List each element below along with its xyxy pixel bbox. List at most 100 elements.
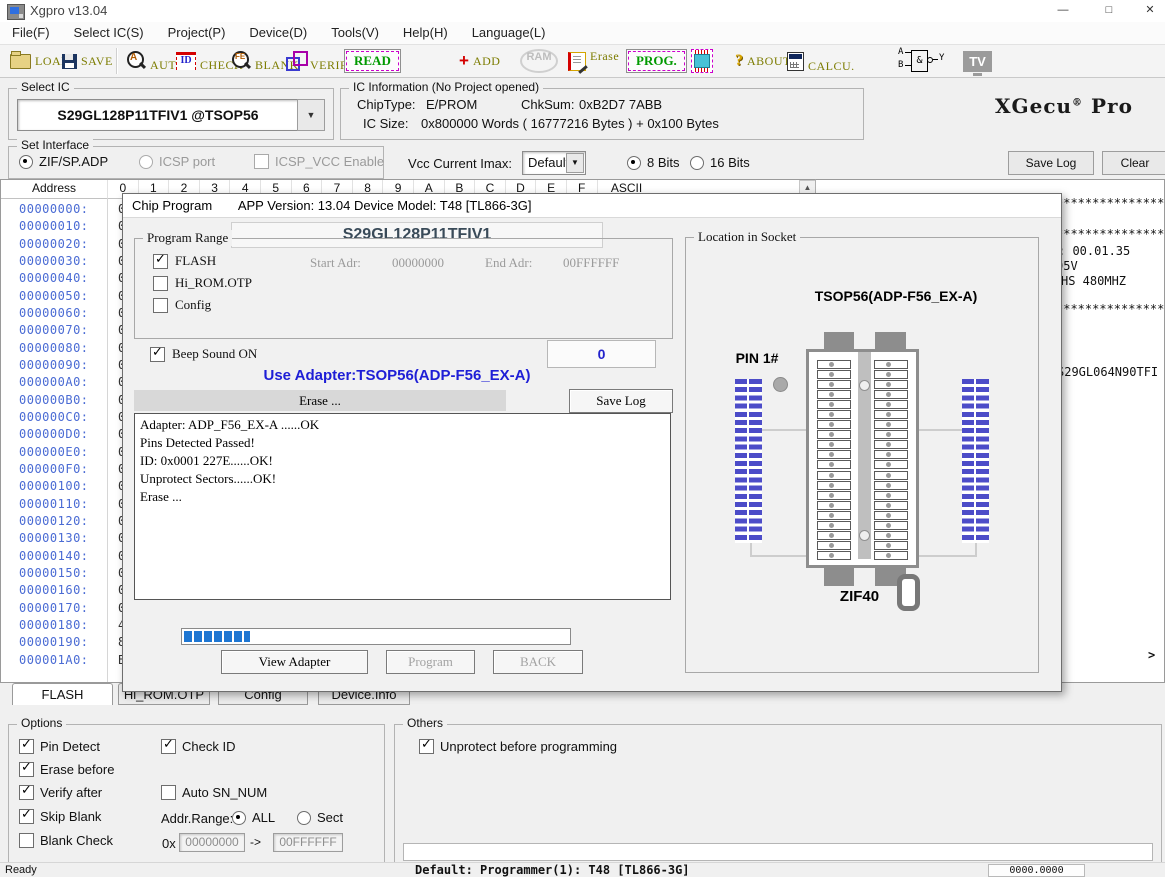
use-adapter-text: Use Adapter:TSOP56(ADP-F56_EX-A) xyxy=(123,367,671,384)
minimize-button[interactable]: — xyxy=(1048,0,1078,20)
save-log-button[interactable]: Save Log xyxy=(1008,151,1094,175)
range-from-input[interactable]: 00000000 xyxy=(179,833,245,852)
pin-strip-right xyxy=(962,379,989,543)
socket-slot xyxy=(874,481,908,490)
tv-button[interactable]: TV xyxy=(963,45,992,77)
8bits-radio[interactable]: 8 Bits xyxy=(627,155,680,170)
hex-address: 00000080: xyxy=(19,341,89,355)
socket-slot xyxy=(874,531,908,540)
overlap-squares-icon xyxy=(286,51,306,71)
socket-slot xyxy=(874,450,908,459)
hex-prefix-label: 0x xyxy=(162,836,176,851)
chiptype-label: ChipType: xyxy=(357,97,416,112)
open-folder-icon xyxy=(10,54,31,69)
magnifier-fe-icon: FE xyxy=(231,50,251,72)
vcc-dropdown-arrow[interactable]: ▼ xyxy=(566,153,584,173)
ram-button: RAM xyxy=(520,45,558,77)
hi-rom-otp-checkbox[interactable]: Hi_ROM.OTP xyxy=(153,275,252,291)
selected-ic-combobox[interactable]: S29GL128P11TFIV1 @TSOP56 xyxy=(17,99,299,131)
side-text: **************** xyxy=(1056,302,1165,316)
clear-button[interactable]: Clear xyxy=(1102,151,1165,175)
icsize-label: IC Size: xyxy=(363,116,409,131)
status-counter: 0000.0000 xyxy=(988,864,1085,877)
socket-adapter-label: TSOP56(ADP-F56_EX-A) xyxy=(746,288,1046,304)
socket-slot xyxy=(817,521,851,530)
set-interface-group: Set Interface ZIF/SP.ADP ICSP port ICSP_… xyxy=(8,146,384,179)
addr-range-all-radio[interactable]: ALL xyxy=(232,810,275,825)
dialog-save-log-button[interactable]: Save Log xyxy=(569,389,673,413)
hex-address: 00000120: xyxy=(19,514,89,528)
menu-item-7[interactable]: Language(L) xyxy=(460,22,558,43)
xgecu-pro-logo: XGecu® Pro xyxy=(995,94,1133,118)
tv-icon: TV xyxy=(963,51,992,72)
menu-item-3[interactable]: Project(P) xyxy=(156,22,238,43)
menu-item-2[interactable]: Select IC(S) xyxy=(62,22,156,43)
tab-flash[interactable]: FLASH xyxy=(12,683,113,705)
logic-gate-icon: AB & Y xyxy=(898,48,944,74)
hex-address: 00000130: xyxy=(19,531,89,545)
chiptype-value: E/PROM xyxy=(426,97,477,112)
pin-detect-checkbox[interactable]: Pin Detect xyxy=(19,739,100,754)
socket-slot xyxy=(817,370,851,379)
close-button[interactable]: ✕ xyxy=(1135,0,1165,20)
calcu-button[interactable]: CALCU. xyxy=(787,45,855,77)
socket-screw xyxy=(859,380,870,391)
socket-slot xyxy=(817,511,851,520)
socket-slot xyxy=(874,380,908,389)
blank-check-checkbox[interactable]: Blank Check xyxy=(19,833,113,848)
hex-address: 000000E0: xyxy=(19,445,89,459)
chksum-label: ChkSum: xyxy=(521,97,574,112)
vcc-imax-select[interactable]: Default ▼ xyxy=(522,151,586,175)
scroll-right-arrow[interactable]: > xyxy=(1148,648,1155,662)
calculator-icon xyxy=(787,52,804,71)
chksum-value: 0xB2D7 7ABB xyxy=(579,97,662,112)
options-group: Options Pin Detect Erase before Verify a… xyxy=(8,724,385,863)
auto-sn-num-checkbox[interactable]: Auto SN_NUM xyxy=(161,785,267,800)
menu-item-5[interactable]: Tools(V) xyxy=(319,22,391,43)
unprotect-checkbox[interactable]: Unprotect before programming xyxy=(419,739,617,754)
beep-sound-checkbox[interactable]: Beep Sound ON xyxy=(150,346,257,362)
app-icon xyxy=(7,4,25,20)
maximize-button[interactable]: □ xyxy=(1094,0,1124,20)
check-id-checkbox[interactable]: Check ID xyxy=(161,739,235,754)
socket-slot xyxy=(874,400,908,409)
about-button[interactable]: ? ABOUT xyxy=(735,45,791,77)
config-checkbox[interactable]: Config xyxy=(153,297,211,313)
hex-address: 00000110: xyxy=(19,497,89,511)
read-button[interactable]: READ xyxy=(344,45,401,77)
dialog-title-bar[interactable]: Chip Program APP Version: 13.04 Device M… xyxy=(123,194,1061,218)
floppy-disk-icon xyxy=(62,54,77,69)
logic-test-button[interactable]: AB & Y xyxy=(898,45,944,77)
menu-item-1[interactable]: File(F) xyxy=(0,22,62,43)
log-line: ID: 0x0001 227E......OK! xyxy=(140,452,665,470)
pin-strip-left xyxy=(735,379,762,543)
16bits-radio[interactable]: 16 Bits xyxy=(690,155,750,170)
erase-before-checkbox[interactable]: Erase before xyxy=(19,762,114,777)
select-ic-group: Select IC S29GL128P11TFIV1 @TSOP56 ▼ xyxy=(8,88,334,140)
socket-slot xyxy=(874,440,908,449)
flash-checkbox[interactable]: FLASH xyxy=(153,253,216,269)
operation-log[interactable]: Adapter: ADP_F56_EX-A ......OK Pins Dete… xyxy=(134,413,671,600)
prog-button[interactable]: PROG. xyxy=(626,45,687,77)
menu-item-6[interactable]: Help(H) xyxy=(391,22,460,43)
zif-radio[interactable]: ZIF/SP.ADP xyxy=(19,154,108,169)
skip-blank-checkbox[interactable]: Skip Blank xyxy=(19,809,101,824)
ic-dropdown-button[interactable]: ▼ xyxy=(297,99,325,131)
socket-slot xyxy=(817,471,851,480)
socket-slot xyxy=(874,541,908,550)
addr-range-sect-radio[interactable]: Sect xyxy=(297,810,343,825)
hex-address: 00000060: xyxy=(19,306,89,320)
chip-test-button[interactable] xyxy=(691,45,713,77)
view-adapter-button[interactable]: View Adapter xyxy=(221,650,368,674)
add-button[interactable]: + ADD xyxy=(459,45,500,77)
socket-slot xyxy=(817,501,851,510)
vcc-imax-label: Vcc Current Imax: xyxy=(408,156,512,171)
side-text: : 00.01.35 xyxy=(1058,244,1130,258)
hex-address: 00000030: xyxy=(19,254,89,268)
menu-item-4[interactable]: Device(D) xyxy=(237,22,319,43)
erase-button[interactable]: Erase xyxy=(568,45,619,77)
counter-box: 0 xyxy=(547,340,656,368)
verify-after-checkbox[interactable]: Verify after xyxy=(19,785,102,800)
save-button[interactable]: SAVE xyxy=(62,45,113,77)
range-to-input[interactable]: 00FFFFFF xyxy=(273,833,343,852)
